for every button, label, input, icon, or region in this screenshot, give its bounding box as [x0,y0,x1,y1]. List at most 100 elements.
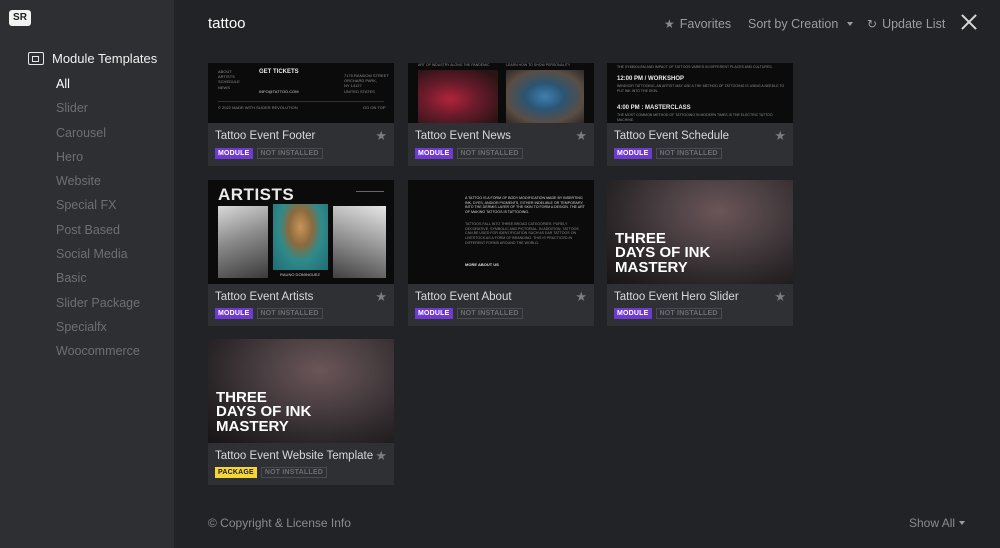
template-card[interactable]: THE SYMBOLISM AND IMPACT OF TATTOOS VARI… [607,63,793,166]
thumb-text: NEWS [218,84,230,90]
template-thumbnail: ABOUT ARTISTS SCHEDULE NEWS GET TICKETS … [208,63,394,123]
sidebar-item-woocommerce[interactable]: Woocommerce [56,343,140,367]
sidebar-heading[interactable]: Module Templates [28,51,157,66]
sidebar-item-slider-package[interactable]: Slider Package [56,295,140,319]
thumb-text: MASTERY [216,417,289,435]
sidebar: SR Module Templates All Slider Carousel … [0,0,174,548]
sidebar-heading-label: Module Templates [52,51,158,66]
template-icon [28,52,44,65]
thumb-text: ART OF INDUSTRY ALONG THE PANDEMIC [418,63,490,67]
card-badges: PACKAGE NOT INSTALLED [215,467,327,478]
thumb-text: LEARN HOW TO SHOW PERSONALITY [506,63,571,67]
app-logo[interactable]: SR [9,10,31,26]
thumb-text: THE SYMBOLISM AND IMPACT OF TATTOOS VARI… [617,65,773,69]
star-icon[interactable]: ★ [774,289,786,305]
thumb-text: A TATTOO IS A FORM OF BODY MODIFICATION … [465,196,585,215]
close-icon[interactable] [961,14,977,30]
type-badge: MODULE [215,308,253,319]
thumb-text: INFO@TATTOO.COM [259,89,299,94]
card-badges: MODULE NOT INSTALLED [215,148,323,159]
topbar: tattoo ★ Favorites Sort by Creation ↻ Up… [174,0,1000,48]
type-badge: MODULE [614,308,652,319]
star-icon[interactable]: ★ [375,289,387,305]
card-title: Tattoo Event News [415,130,511,142]
divider [218,101,384,102]
divider [356,191,384,192]
card-badges: MODULE NOT INSTALLED [215,308,323,319]
chevron-down-icon [959,521,966,525]
sidebar-item-slider[interactable]: Slider [56,100,140,124]
thumb-text: SCHEDULE [218,79,240,85]
sidebar-item-special-fx[interactable]: Special FX [56,197,140,221]
card-title: Tattoo Event Website Template [215,450,374,462]
sidebar-item-all[interactable]: All [56,76,140,100]
star-icon[interactable]: ★ [575,128,587,144]
type-badge: MODULE [415,308,453,319]
card-title: Tattoo Event Footer [215,130,316,142]
thumb-text: ARTISTS [218,185,295,204]
show-all-label: Show All [909,516,956,530]
card-badges: MODULE NOT INSTALLED [614,308,722,319]
status-badge: NOT INSTALLED [256,148,323,159]
card-title: Tattoo Event About [415,291,512,303]
sidebar-item-post-based[interactable]: Post Based [56,222,140,246]
sidebar-item-specialfx[interactable]: Specialfx [56,319,140,343]
sidebar-item-social-media[interactable]: Social Media [56,246,140,270]
thumb-text: GO ON TOP [363,105,386,110]
sidebar-item-hero[interactable]: Hero [56,149,140,173]
artist-photo [333,206,386,278]
search-term[interactable]: tattoo [208,15,246,32]
artist-photo [218,206,268,278]
sidebar-item-website[interactable]: Website [56,173,140,197]
update-list-label: Update List [882,17,946,31]
status-badge: NOT INSTALLED [456,308,523,319]
template-thumbnail: A TATTOO IS A FORM OF BODY MODIFICATION … [408,180,594,284]
card-badges: MODULE NOT INSTALLED [415,308,523,319]
sort-label: Sort by Creation [748,17,839,31]
template-card[interactable]: ART OF INDUSTRY ALONG THE PANDEMIC LEARN… [408,63,594,166]
refresh-icon: ↻ [867,17,878,31]
thumb-text: GET TICKETS [259,69,299,75]
template-card[interactable]: THREE DAYS OF INK MASTERY Tattoo Event W… [208,339,394,485]
status-badge: NOT INSTALLED [256,308,323,319]
copyright-license-link[interactable]: © Copyright & License Info [208,516,351,530]
status-badge: NOT INSTALLED [260,467,327,478]
thumb-text: MASTERY [615,258,688,276]
update-list-button[interactable]: ↻ Update List [867,17,945,31]
thumb-text: MORE ABOUT US [465,262,499,267]
card-badges: MODULE NOT INSTALLED [415,148,523,159]
card-title: Tattoo Event Schedule [614,130,730,142]
star-icon: ★ [664,17,675,31]
show-all-dropdown[interactable]: Show All [909,516,966,530]
star-icon[interactable]: ★ [375,448,387,464]
sort-dropdown[interactable]: Sort by Creation [748,17,854,31]
sidebar-item-carousel[interactable]: Carousel [56,125,140,149]
template-thumbnail: THREE DAYS OF INK MASTERY [607,180,793,284]
template-card[interactable]: A TATTOO IS A FORM OF BODY MODIFICATION … [408,180,594,326]
template-card[interactable]: ARTISTS RAUNO DOMINGUEZ Tattoo Event Art… [208,180,394,326]
favorites-label: Favorites [679,17,732,31]
news-photo [418,70,498,123]
status-badge: NOT INSTALLED [655,148,722,159]
thumb-text: RAUNO DOMINGUEZ [280,272,320,277]
template-thumbnail: ARTISTS RAUNO DOMINGUEZ [208,180,394,284]
template-card[interactable]: THREE DAYS OF INK MASTERY Tattoo Event H… [607,180,793,326]
category-list: All Slider Carousel Hero Website Special… [56,76,140,368]
artist-photo [273,204,328,270]
thumb-text: TATTOOS FALL INTO THREE BROAD CATEGORIES… [465,222,579,245]
favorites-button[interactable]: ★ Favorites [664,17,731,31]
type-badge: MODULE [614,148,652,159]
status-badge: NOT INSTALLED [655,308,722,319]
star-icon[interactable]: ★ [575,289,587,305]
type-badge: PACKAGE [215,467,257,478]
sidebar-item-basic[interactable]: Basic [56,270,140,294]
star-icon[interactable]: ★ [375,128,387,144]
template-thumbnail: THE SYMBOLISM AND IMPACT OF TATTOOS VARI… [607,63,793,123]
type-badge: MODULE [215,148,253,159]
status-badge: NOT INSTALLED [456,148,523,159]
template-card[interactable]: ABOUT ARTISTS SCHEDULE NEWS GET TICKETS … [208,63,394,166]
star-icon[interactable]: ★ [774,128,786,144]
card-title: Tattoo Event Artists [215,291,314,303]
thumb-text: © 2022 MADE WITH SLIDER REVOLUTION [218,105,298,110]
type-badge: MODULE [415,148,453,159]
